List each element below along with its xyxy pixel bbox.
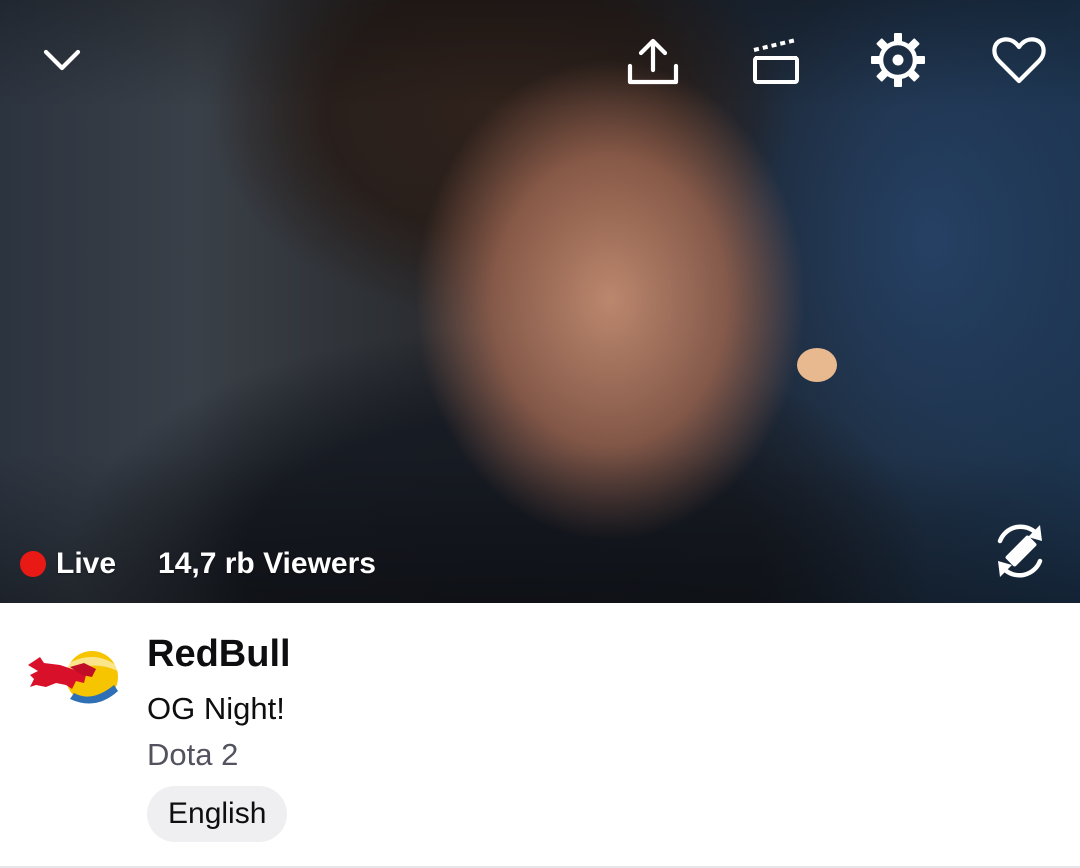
viewer-count: 14,7 rb Viewers	[158, 547, 376, 580]
chevron-down-icon	[43, 49, 81, 71]
live-label: Live	[56, 547, 117, 580]
redbull-logo	[28, 651, 118, 704]
settings-button[interactable]	[868, 30, 928, 90]
game-category[interactable]: Dota 2	[147, 737, 238, 773]
clip-button[interactable]	[746, 32, 804, 90]
share-icon	[627, 38, 679, 85]
gear-icon	[871, 33, 925, 87]
tag-chip-english[interactable]: English	[147, 786, 288, 842]
channel-info-panel: RedBull OG Night! Dota 2 English	[0, 603, 1080, 868]
live-indicator-dot	[20, 551, 46, 577]
share-button[interactable]	[624, 32, 682, 90]
live-status: Live 14,7 rb Viewers	[20, 542, 376, 586]
channel-name[interactable]: RedBull	[147, 633, 291, 676]
collapse-button[interactable]	[36, 34, 88, 86]
rotate-screen-button[interactable]	[990, 520, 1050, 582]
clip-icon	[753, 38, 799, 84]
channel-avatar[interactable]	[26, 645, 122, 711]
stream-title: OG Night!	[147, 691, 285, 726]
heart-icon	[992, 37, 1046, 84]
video-player[interactable]: Live 14,7 rb Viewers	[0, 0, 1080, 603]
video-overlay	[0, 0, 1080, 603]
follow-button[interactable]	[990, 32, 1048, 88]
rotate-screen-icon	[997, 524, 1043, 578]
